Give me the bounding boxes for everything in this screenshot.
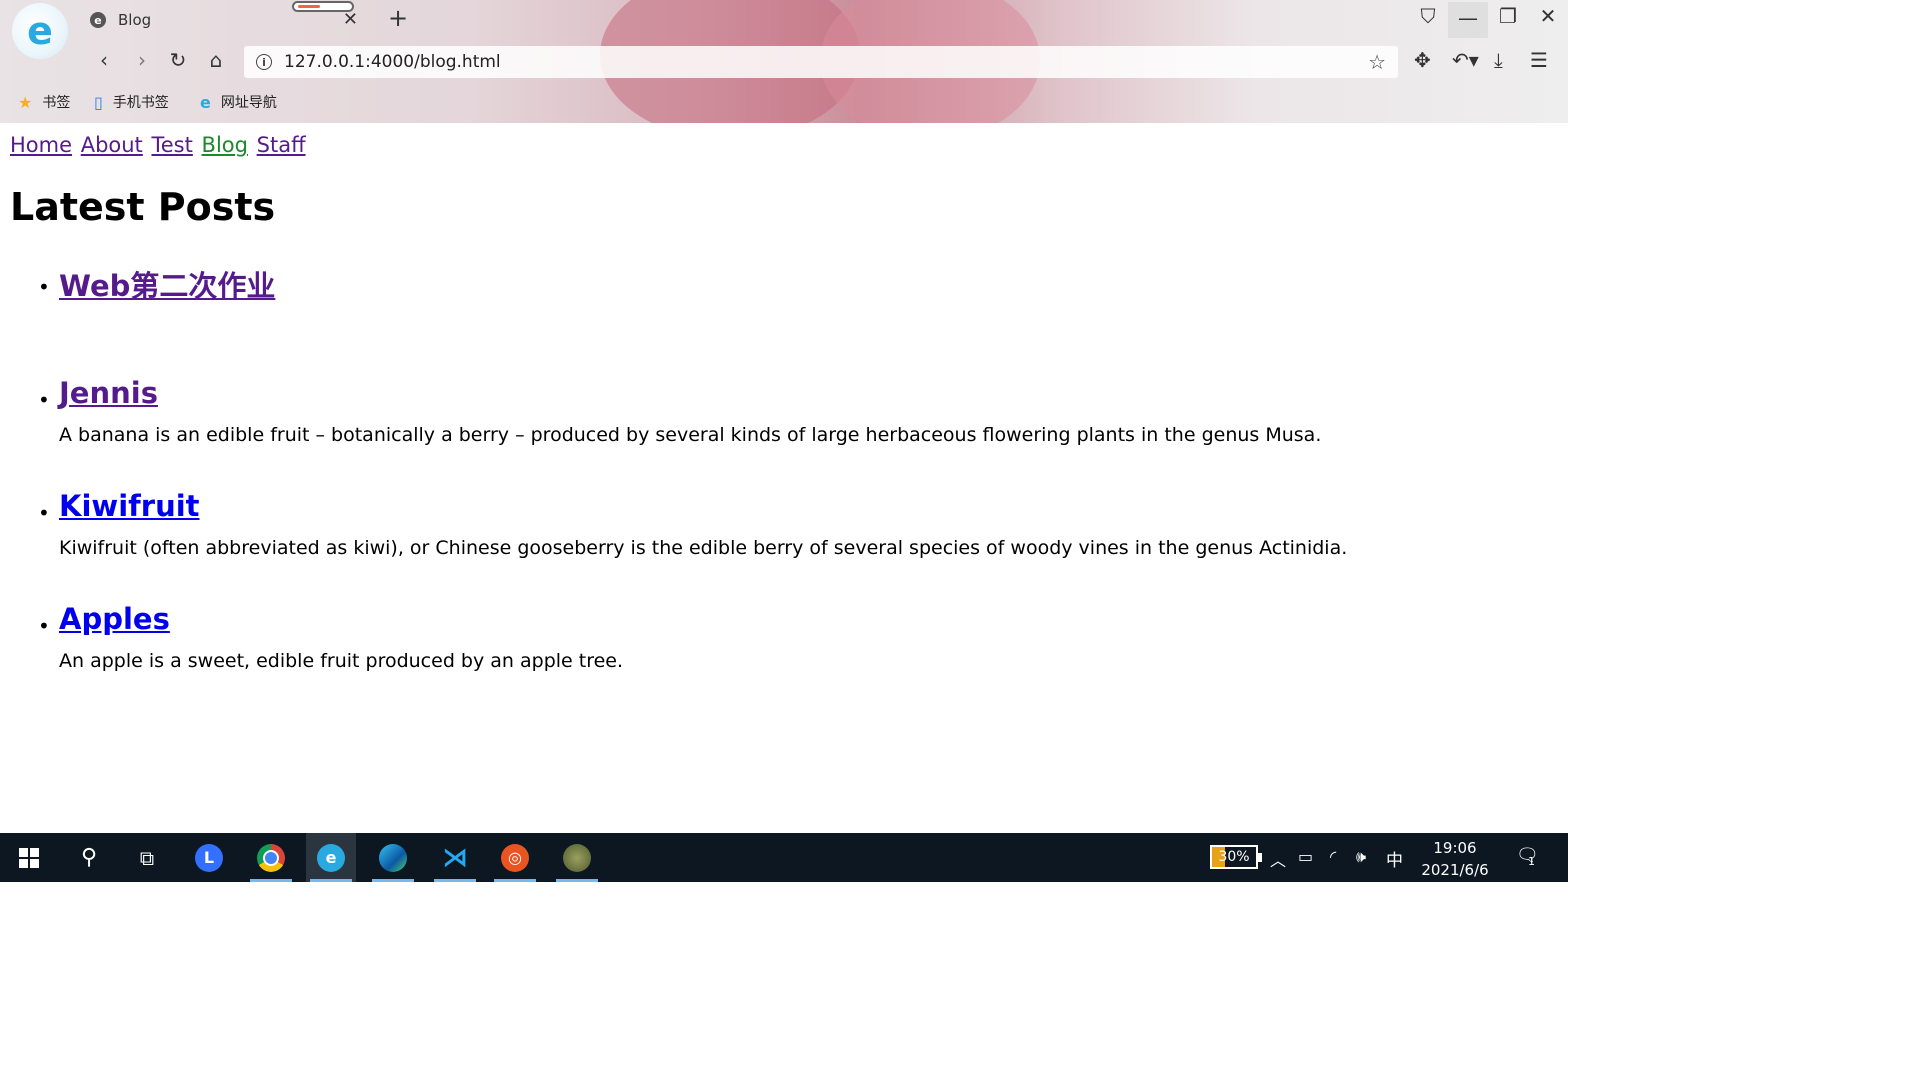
- nav-link-about[interactable]: About: [81, 133, 143, 157]
- close-tab-icon[interactable]: ✕: [343, 9, 358, 30]
- taskbar-app-other[interactable]: [552, 833, 602, 882]
- lark-icon: L: [195, 843, 223, 872]
- undo-close-tab-icon[interactable]: ↶▾: [1452, 48, 1479, 72]
- star-icon: ★: [18, 92, 33, 112]
- list-item: • Web第二次作业: [38, 263, 1438, 376]
- bullet: •: [38, 275, 50, 299]
- task-view-icon[interactable]: ⧉: [122, 833, 172, 882]
- battery-indicator[interactable]: 30%: [1210, 845, 1262, 869]
- post-excerpt: An apple is a sweet, edible fruit produc…: [59, 650, 624, 672]
- nav-link-blog[interactable]: Blog: [202, 133, 248, 157]
- bookmark-bar: ★ 书签 ▯ 手机书签 e 网址导航: [0, 86, 1568, 120]
- bookmark-label: 手机书签: [112, 95, 169, 111]
- post-excerpt: Kiwifruit (often abbreviated as kiwi), o…: [59, 537, 1348, 559]
- ubuntu-icon: ◎: [501, 843, 529, 872]
- taskbar-app-ubuntu[interactable]: ◎: [490, 833, 540, 882]
- wifi-icon[interactable]: ◜: [1330, 847, 1336, 866]
- bookmark-item[interactable]: ▯ 手机书签: [94, 92, 169, 112]
- app-icon: [563, 843, 591, 872]
- tab-progress-pill: [292, 1, 354, 12]
- extensions-icon[interactable]: ✥: [1414, 48, 1431, 72]
- windows-icon: [19, 847, 39, 868]
- bookmark-label: 网址导航: [220, 95, 277, 111]
- browser-e-icon: e: [317, 843, 345, 872]
- list-item: • Jennis A banana is an edible fruit – b…: [38, 376, 1438, 489]
- post-excerpt: A banana is an edible fruit – botanicall…: [59, 424, 1322, 446]
- post-list: • Web第二次作业 • Jennis A banana is an edibl…: [38, 263, 1438, 672]
- post-title-link[interactable]: Apples: [59, 602, 170, 636]
- page-content: Home About Test Blog Staff Latest Posts …: [0, 123, 1568, 833]
- back-icon[interactable]: ‹: [90, 48, 118, 72]
- chrome-icon: [257, 843, 285, 872]
- post-title-link[interactable]: Jennis: [59, 376, 158, 410]
- nav-link-staff[interactable]: Staff: [257, 133, 306, 157]
- search-icon[interactable]: ⚲: [64, 833, 114, 882]
- page-title: Latest Posts: [10, 185, 276, 229]
- bookmark-star-icon[interactable]: ☆: [1368, 50, 1386, 74]
- taskbar-app-chrome[interactable]: [246, 833, 296, 882]
- home-icon[interactable]: ⌂: [202, 48, 230, 72]
- vscode-icon: ⋊: [442, 842, 468, 873]
- close-window-button[interactable]: ✕: [1528, 4, 1568, 28]
- bullet: •: [38, 388, 50, 412]
- post-title-link[interactable]: Web第二次作业: [59, 269, 275, 303]
- taskbar-app-vscode[interactable]: ⋊: [430, 833, 480, 882]
- new-tab-icon[interactable]: +: [388, 4, 408, 32]
- address-bar[interactable]: i 127.0.0.1:4000/blog.html ☆: [244, 46, 1398, 78]
- restore-button[interactable]: ❐: [1488, 4, 1528, 28]
- battery-icon[interactable]: ▭: [1298, 847, 1313, 866]
- nav-link-test[interactable]: Test: [151, 133, 192, 157]
- tab-favicon-icon: e: [90, 12, 106, 28]
- post-title-link[interactable]: Kiwifruit: [59, 489, 200, 523]
- toolbar: ‹ › ↻ ⌂ i 127.0.0.1:4000/blog.html ☆ ✥ ↶…: [0, 42, 1568, 82]
- tab-title: Blog: [118, 11, 152, 29]
- minimize-button[interactable]: —: [1448, 2, 1488, 38]
- clock-date: 2021/6/6: [1421, 861, 1489, 879]
- clock-time: 19:06: [1433, 839, 1477, 857]
- site-nav: Home About Test Blog Staff: [10, 133, 308, 157]
- reload-icon[interactable]: ↻: [164, 48, 192, 72]
- url-text[interactable]: 127.0.0.1:4000/blog.html: [284, 52, 501, 72]
- bullet: •: [38, 501, 50, 525]
- edge-icon: [379, 843, 407, 872]
- bookmark-item[interactable]: e 网址导航: [200, 92, 277, 112]
- forward-icon[interactable]: ›: [128, 48, 156, 72]
- bullet: •: [38, 614, 50, 638]
- start-button[interactable]: [4, 833, 54, 882]
- notification-center[interactable]: 🗨 1: [1516, 845, 1539, 868]
- browser-chrome: e e Blog ✕ + ⛉ — ❐ ✕ ‹ › ↻ ⌂ i 127.0.0.1…: [0, 0, 1568, 123]
- chevron-up-icon[interactable]: ︿: [1270, 847, 1286, 871]
- taskbar-app-lark[interactable]: L: [184, 833, 234, 882]
- phone-icon: ▯: [94, 92, 103, 112]
- site-info-icon[interactable]: i: [256, 54, 272, 70]
- taskbar: ⚲ ⧉ L e ⋊ ◎ 30% ︿ ▭ ◜ 🕪 中 19:06 2021/6/6…: [0, 833, 1568, 882]
- sidebar-toggle-icon[interactable]: ⛉: [1408, 4, 1448, 28]
- taskbar-app-edge[interactable]: [368, 833, 418, 882]
- bookmark-item[interactable]: ★ 书签: [18, 92, 70, 112]
- download-icon[interactable]: ⤓: [1494, 48, 1503, 72]
- notification-count: 1: [1528, 855, 1535, 868]
- volume-icon[interactable]: 🕪: [1356, 847, 1366, 867]
- browser-e-icon: e: [200, 92, 211, 112]
- bookmark-label: 书签: [42, 95, 71, 111]
- ime-indicator[interactable]: 中: [1386, 846, 1403, 871]
- nav-link-home[interactable]: Home: [10, 133, 72, 157]
- list-item: • Apples An apple is a sweet, edible fru…: [38, 602, 1438, 672]
- taskbar-app-browser[interactable]: e: [306, 833, 356, 882]
- menu-icon[interactable]: ☰: [1530, 48, 1548, 72]
- list-item: • Kiwifruit Kiwifruit (often abbreviated…: [38, 489, 1438, 602]
- clock[interactable]: 19:06 2021/6/6: [1420, 837, 1490, 881]
